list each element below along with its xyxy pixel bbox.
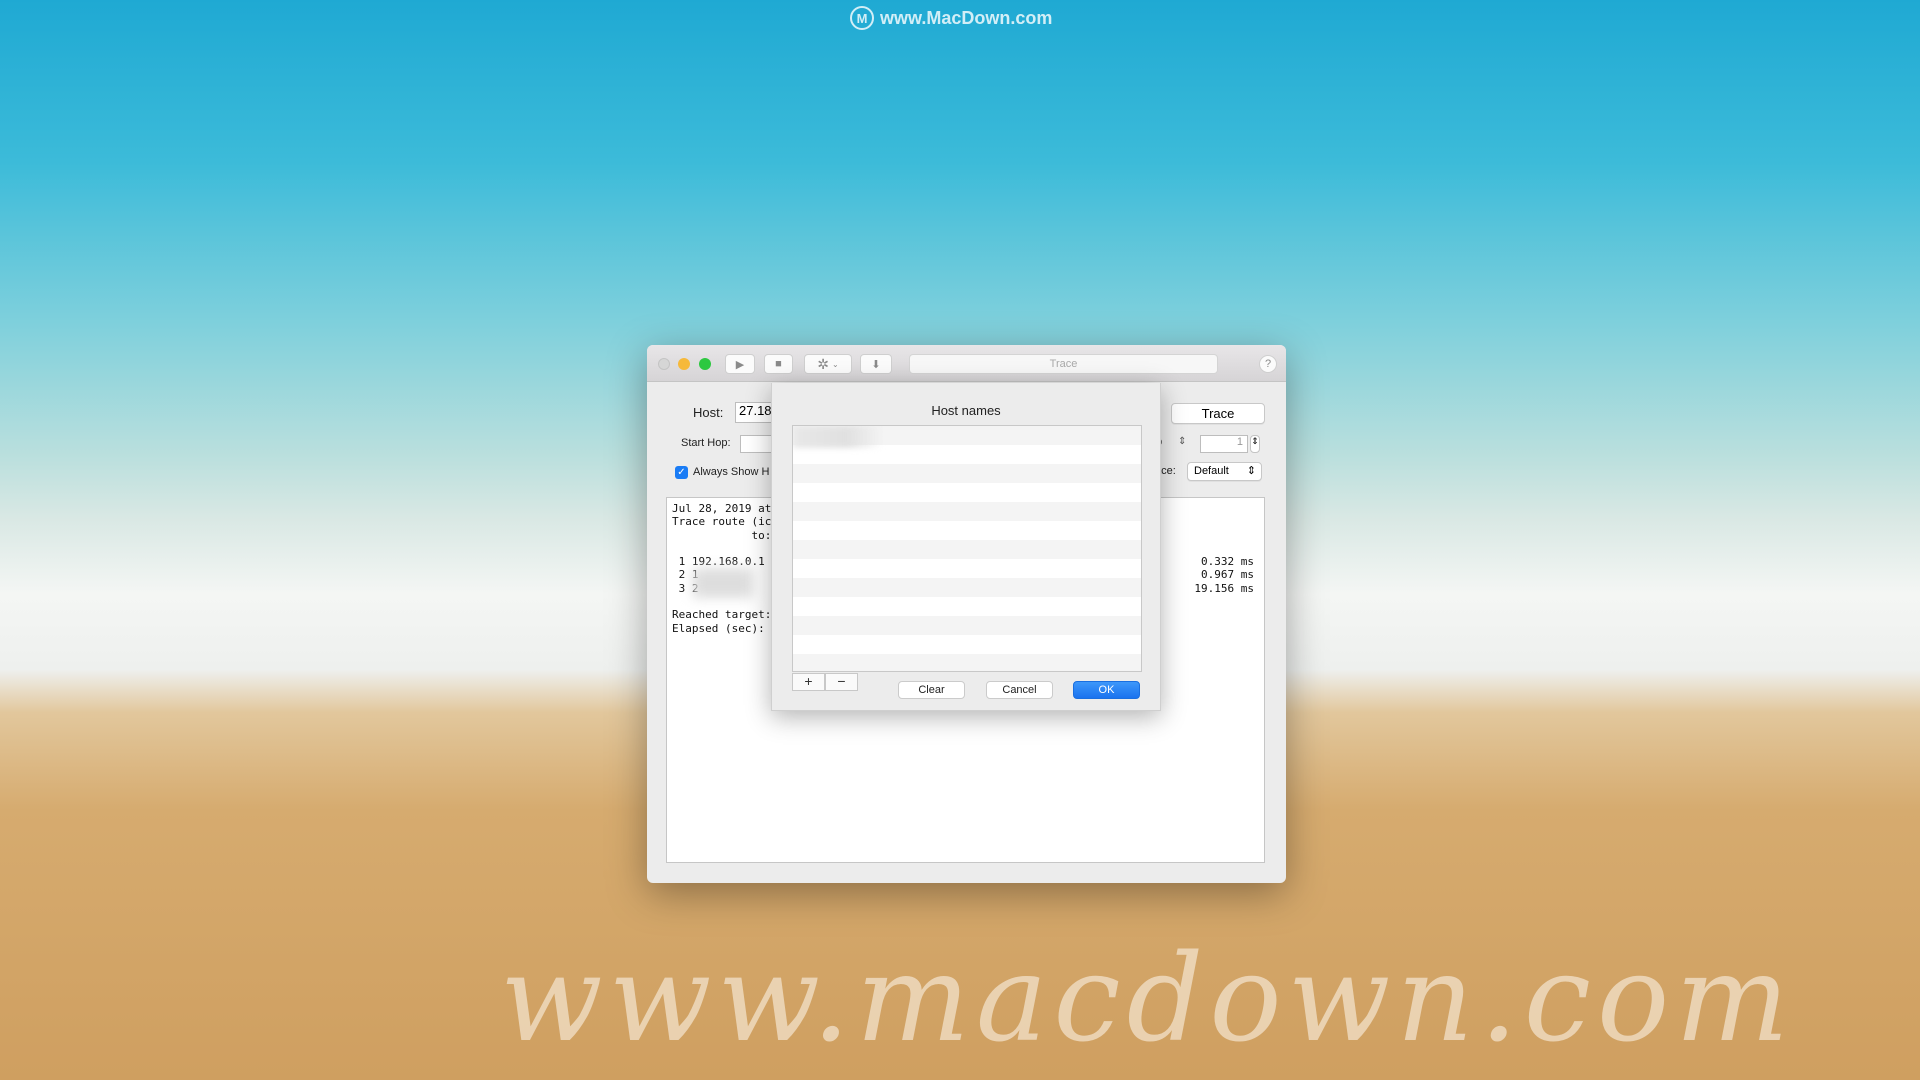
play-icon: ▶ — [735, 358, 745, 371]
interface-popup[interactable]: Default ⇕ — [1187, 462, 1262, 481]
table-row[interactable] — [793, 464, 1141, 483]
table-row[interactable] — [793, 502, 1141, 521]
chevron-down-icon: ⌄ — [832, 359, 839, 369]
close-button[interactable] — [658, 358, 670, 370]
sand-watermark: www.macdown.com — [500, 930, 1796, 1069]
play-button[interactable]: ▶ — [725, 354, 755, 374]
always-show-checkbox[interactable]: ✓ — [675, 466, 688, 479]
gear-icon: ✲ — [817, 355, 829, 372]
start-hop-label: Start Hop: — [681, 437, 731, 449]
max-hop-stepper[interactable]: ⇕ — [1250, 435, 1260, 453]
host-names-sheet: Host names + − Clear Cancel OK — [771, 383, 1161, 711]
cancel-button[interactable]: Cancel — [986, 681, 1053, 699]
add-button[interactable]: + — [792, 673, 825, 691]
table-row[interactable] — [793, 559, 1141, 578]
trace-button[interactable]: Trace — [1171, 403, 1265, 424]
table-row[interactable] — [793, 616, 1141, 635]
always-show-label: Always Show H — [693, 466, 770, 478]
watermark-top: Mwww.MacDown.com — [850, 6, 1052, 30]
redacted-area — [693, 568, 753, 598]
window-title-field: Trace — [909, 354, 1218, 374]
ok-button[interactable]: OK — [1073, 681, 1140, 699]
clear-button[interactable]: Clear — [898, 681, 965, 699]
help-button[interactable]: ? — [1259, 355, 1277, 373]
hop-time: 0.332 ms — [1201, 555, 1254, 568]
macdown-logo-icon: M — [850, 6, 874, 30]
table-row[interactable] — [793, 597, 1141, 616]
download-button[interactable]: ⬇ — [860, 354, 892, 374]
hop-time: 19.156 ms — [1194, 581, 1254, 595]
hop-time: 0.967 ms — [1201, 568, 1254, 582]
remove-button[interactable]: − — [825, 673, 858, 691]
redacted-header — [793, 426, 883, 448]
stop-button[interactable]: ■ — [764, 354, 793, 374]
sheet-title: Host names — [931, 403, 1001, 418]
titlebar: ▶ ■ ✲ ⌄ ⬇ Trace ? — [647, 345, 1286, 382]
stop-icon: ■ — [775, 358, 782, 370]
max-hop-input[interactable]: 1 — [1200, 435, 1248, 453]
table-row[interactable] — [793, 540, 1141, 559]
table-row[interactable] — [793, 635, 1141, 654]
table-row[interactable] — [793, 483, 1141, 502]
host-names-table[interactable] — [792, 425, 1142, 672]
table-row[interactable] — [793, 578, 1141, 597]
gear-menu-button[interactable]: ✲ ⌄ — [804, 354, 852, 374]
minimize-button[interactable] — [678, 358, 690, 370]
updown-icon: ⇕ — [1246, 465, 1256, 477]
download-icon: ⬇ — [871, 358, 881, 371]
host-label: Host: — [693, 405, 724, 420]
zoom-button[interactable] — [699, 358, 711, 370]
table-row[interactable] — [793, 654, 1141, 671]
updown-icon[interactable]: ⇕ — [1178, 436, 1186, 447]
table-row[interactable] — [793, 521, 1141, 540]
